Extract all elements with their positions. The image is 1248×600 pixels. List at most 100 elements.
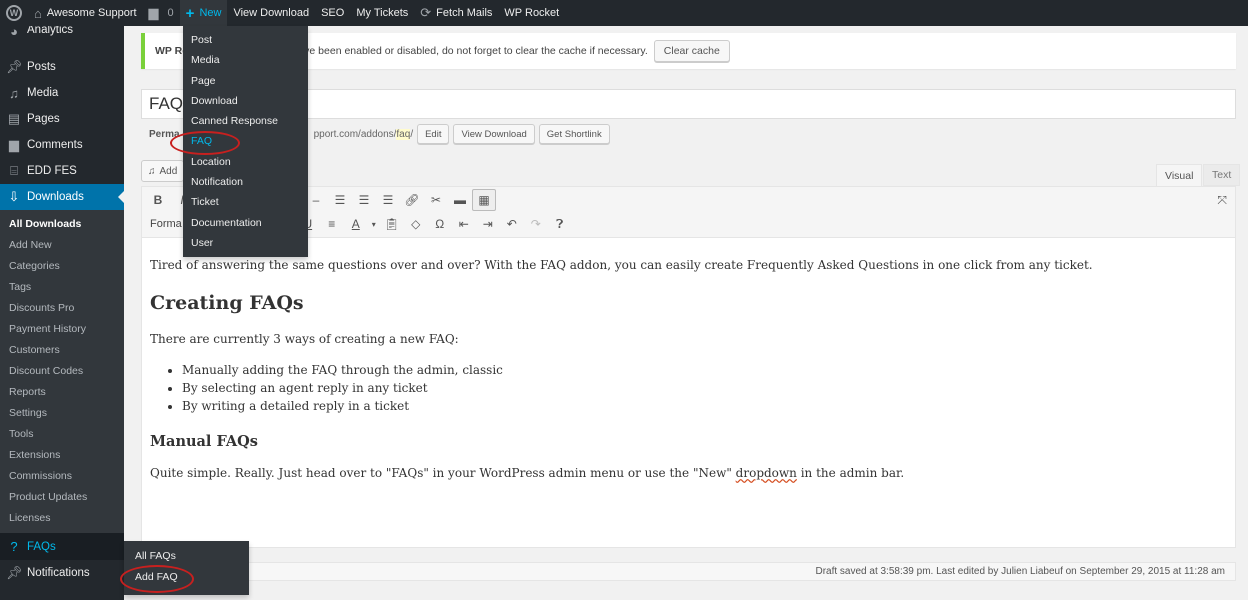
pin-icon: 📌︎: [6, 565, 23, 580]
sidebar-item-edd-fes[interactable]: ⌸ EDD FES: [0, 158, 124, 184]
my-tickets-link[interactable]: My Tickets: [350, 0, 414, 26]
comment-count: 0: [167, 7, 174, 19]
format-dropdown[interactable]: Forma: [142, 213, 182, 235]
wordpress-logo-button[interactable]: W: [0, 0, 28, 26]
refresh-icon: ⟳: [420, 5, 432, 20]
sidebar-item-comments[interactable]: ▆ Comments: [0, 132, 124, 158]
view-download-button[interactable]: View Download: [453, 124, 535, 144]
new-faq[interactable]: FAQ: [183, 131, 308, 151]
text-color-icon[interactable]: A: [344, 213, 368, 235]
edit-permalink-button[interactable]: Edit: [417, 124, 450, 144]
submenu-settings[interactable]: Settings: [0, 403, 124, 424]
get-shortlink-button[interactable]: Get Shortlink: [538, 124, 610, 144]
list-item: By writing a detailed reply in a ticket: [182, 397, 1227, 415]
align-center-icon[interactable]: ☰: [352, 189, 376, 211]
link-icon[interactable]: 🔗︎: [400, 189, 424, 211]
submenu-commissions[interactable]: Commissions: [0, 466, 124, 487]
wp-rocket-link[interactable]: WP Rocket: [498, 0, 565, 26]
new-page[interactable]: Page: [183, 71, 308, 91]
sidebar-item-posts[interactable]: 📌︎ Posts: [0, 54, 124, 80]
submenu-licenses[interactable]: Licenses: [0, 508, 124, 529]
sidebar-item-downloads[interactable]: ⇩ Downloads: [0, 184, 124, 210]
sidebar-label: FAQs: [27, 540, 56, 553]
heading-creating-faqs: Creating FAQs: [150, 291, 304, 314]
outdent-icon[interactable]: ⇤: [452, 213, 476, 235]
toolbar-toggle-icon[interactable]: ▦: [472, 189, 496, 211]
text-color-dropdown-icon[interactable]: ▾: [368, 213, 380, 235]
unlink-icon[interactable]: ✂: [424, 189, 448, 211]
fullscreen-icon[interactable]: ⤧: [1217, 193, 1227, 208]
submenu-all-downloads[interactable]: All Downloads: [0, 214, 124, 235]
tab-text[interactable]: Text: [1203, 164, 1241, 186]
clear-formatting-icon[interactable]: ◇: [404, 213, 428, 235]
tab-visual[interactable]: Visual: [1156, 164, 1203, 186]
editor-content[interactable]: Tired of answering the same questions ov…: [141, 238, 1236, 548]
new-media[interactable]: Media: [183, 50, 308, 70]
paste-text-icon[interactable]: 📋︎: [380, 213, 404, 235]
special-character-icon[interactable]: Ω: [428, 213, 452, 235]
add-media-button[interactable]: ♫ Add: [141, 160, 185, 182]
sidebar-label: Notifications: [27, 567, 90, 579]
sidebar-item-analytics[interactable]: ◕ Analytics: [0, 24, 124, 42]
new-ticket[interactable]: Ticket: [183, 192, 308, 212]
new-canned-response[interactable]: Canned Response: [183, 111, 308, 131]
list-item: By selecting an agent reply in any ticke…: [182, 379, 1227, 397]
sidebar-item-notifications[interactable]: 📌︎ Notifications: [0, 560, 124, 586]
submenu-add-new[interactable]: Add New: [0, 235, 124, 256]
comments-link[interactable]: ▆ 0: [143, 0, 180, 26]
sidebar-label: Posts: [27, 61, 56, 73]
sidebar-label: EDD FES: [27, 165, 77, 177]
align-right-icon[interactable]: ☰: [376, 189, 400, 211]
bold-icon[interactable]: B: [146, 189, 170, 211]
flyout-add-faq[interactable]: Add FAQ: [124, 567, 249, 588]
download-icon: ⇩: [8, 189, 20, 204]
sidebar-item-faqs[interactable]: ? FAQs: [0, 533, 124, 560]
submenu-discounts-pro[interactable]: Discounts Pro: [0, 298, 124, 319]
ways-paragraph: There are currently 3 ways of creating a…: [150, 331, 459, 346]
permalink-url[interactable]: pport.com/addons/faq/: [313, 128, 413, 140]
sidebar-item-media[interactable]: ♫ Media: [0, 80, 124, 106]
manual-paragraph: Quite simple. Really. Just head over to …: [150, 466, 1227, 482]
clear-cache-button[interactable]: Clear cache: [653, 40, 730, 62]
new-content-button[interactable]: + New: [179, 0, 228, 26]
fetch-mails-link[interactable]: ⟳ Fetch Mails: [414, 0, 498, 26]
submenu-tags[interactable]: Tags: [0, 277, 124, 298]
new-post[interactable]: Post: [183, 30, 308, 50]
manual-text-end: in the admin bar.: [796, 466, 905, 481]
sidebar-label: Downloads: [27, 191, 84, 203]
align-left-icon[interactable]: ☰: [328, 189, 352, 211]
new-location[interactable]: Location: [183, 152, 308, 172]
new-download[interactable]: Download: [183, 91, 308, 111]
submenu-discount-codes[interactable]: Discount Codes: [0, 361, 124, 382]
read-more-icon[interactable]: ▬: [448, 189, 472, 211]
sidebar-item-pages[interactable]: ▤ Pages: [0, 106, 124, 132]
new-content-dropdown: Post Media Page Download Canned Response…: [183, 26, 308, 258]
media-icon: ♫: [148, 165, 156, 177]
heading-manual-faqs: Manual FAQs: [150, 433, 258, 451]
new-documentation[interactable]: Documentation: [183, 213, 308, 233]
submenu-customers[interactable]: Customers: [0, 340, 124, 361]
submenu-categories[interactable]: Categories: [0, 256, 124, 277]
submenu-payment-history[interactable]: Payment History: [0, 319, 124, 340]
submenu-product-updates[interactable]: Product Updates: [0, 487, 124, 508]
home-icon: ⌂: [34, 5, 42, 21]
undo-icon[interactable]: ↶: [500, 213, 524, 235]
help-icon[interactable]: ❓︎: [548, 213, 572, 235]
seo-link[interactable]: SEO: [315, 0, 350, 26]
indent-icon[interactable]: ⇥: [476, 213, 500, 235]
new-user[interactable]: User: [183, 233, 308, 253]
pin-icon: 📌︎: [6, 59, 23, 74]
permalink-base: pport.com/addons/: [313, 128, 397, 140]
redo-icon[interactable]: ↷: [524, 213, 548, 235]
justify-icon[interactable]: ≡: [320, 213, 344, 235]
view-download-link[interactable]: View Download: [227, 0, 315, 26]
submenu-extensions[interactable]: Extensions: [0, 445, 124, 466]
site-name-link[interactable]: ⌂ Awesome Support: [28, 0, 143, 26]
submenu-tools[interactable]: Tools: [0, 424, 124, 445]
intro-paragraph: Tired of answering the same questions ov…: [150, 258, 1093, 272]
flyout-all-faqs[interactable]: All FAQs: [124, 546, 249, 567]
sidebar-label: Media: [27, 87, 59, 99]
new-notification[interactable]: Notification: [183, 172, 308, 192]
submenu-reports[interactable]: Reports: [0, 382, 124, 403]
spellcheck-word: dropdown: [735, 466, 797, 481]
